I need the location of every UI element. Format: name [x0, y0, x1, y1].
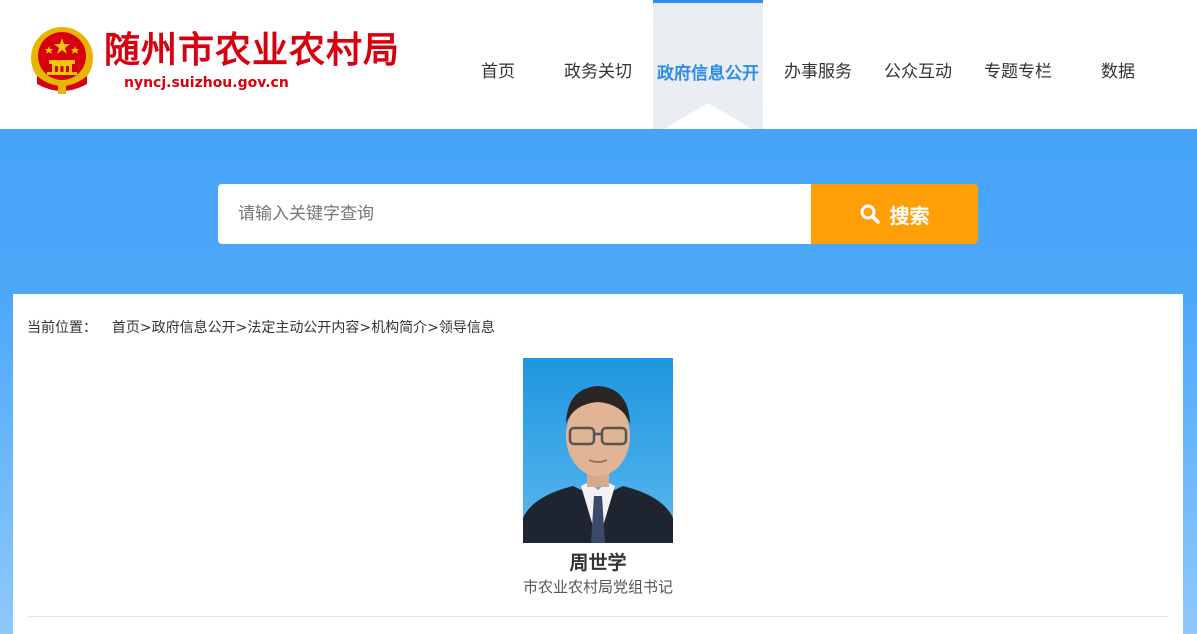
site-header: 随州市农业农村局 nyncj.suizhou.gov.cn 首页 政务关切 政府… — [0, 0, 1197, 129]
nav-item-home[interactable]: 首页 — [458, 0, 538, 129]
breadcrumb-item-home[interactable]: 首页 — [112, 320, 140, 336]
site-title[interactable]: 随州市农业农村局 — [104, 28, 400, 74]
nav-item-data[interactable]: 数据 — [1083, 0, 1153, 129]
search-icon — [860, 204, 880, 224]
nav-item-policy-concerns[interactable]: 政务关切 — [553, 0, 643, 129]
national-emblem-icon[interactable] — [27, 24, 97, 96]
leader-title: 市农业农村局党组书记 — [522, 578, 673, 596]
divider — [27, 616, 1169, 617]
site-domain: nyncj.suizhou.gov.cn — [124, 75, 289, 91]
breadcrumb-item-gov-info[interactable]: 政府信息公开 — [152, 320, 236, 336]
nav-item-gov-info-disclosure[interactable]: 政府信息公开 — [653, 0, 763, 129]
search-input[interactable] — [218, 184, 812, 244]
breadcrumb-separator: > — [427, 320, 439, 336]
leader-name: 周世学 — [569, 552, 627, 574]
breadcrumb-item-statutory-content[interactable]: 法定主动公开内容 — [247, 320, 359, 336]
breadcrumb-prefix: 当前位置： — [27, 320, 97, 336]
search-button-label: 搜索 — [889, 203, 930, 228]
breadcrumb-separator: > — [139, 320, 152, 336]
breadcrumb-separator: > — [359, 320, 372, 336]
nav-item-special-topics[interactable]: 专题专栏 — [973, 0, 1063, 129]
breadcrumb-item-leader-info[interactable]: 领导信息 — [439, 320, 495, 336]
breadcrumb: 当前位置： 首页>政府信息公开>法定主动公开内容>机构简介>领导信息 — [27, 317, 495, 337]
main-content: 当前位置： 首页>政府信息公开>法定主动公开内容>机构简介>领导信息 周世学 市… — [13, 294, 1183, 634]
search-button[interactable]: 搜索 — [811, 184, 978, 244]
nav-item-services[interactable]: 办事服务 — [773, 0, 863, 129]
breadcrumb-item-institution-intro[interactable]: 机构简介 — [371, 320, 427, 336]
leader-portrait-image — [523, 358, 673, 543]
breadcrumb-separator: > — [235, 320, 248, 336]
leader-photo — [523, 358, 673, 543]
nav-item-public-interaction[interactable]: 公众互动 — [873, 0, 963, 129]
